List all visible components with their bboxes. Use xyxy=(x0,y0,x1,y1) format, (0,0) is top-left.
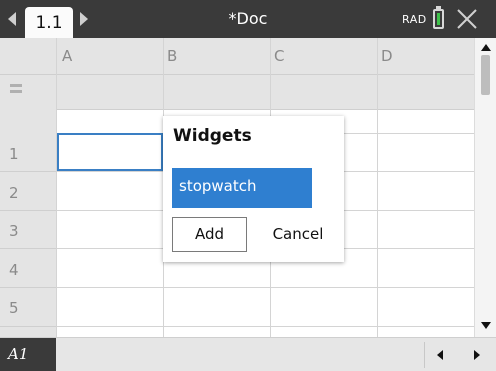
scrollbar-thumb[interactable] xyxy=(481,55,490,95)
vertical-scrollbar[interactable] xyxy=(474,38,496,337)
row-header-1[interactable]: 1 xyxy=(9,145,19,163)
grid-line xyxy=(0,248,56,249)
widgets-dialog: Widgets stopwatch Add Cancel xyxy=(163,116,344,262)
dialog-title: Widgets xyxy=(173,126,252,146)
status-bar: A1 xyxy=(0,337,496,371)
grid-line xyxy=(56,326,474,327)
battery-level xyxy=(437,13,440,25)
selected-cell-a1[interactable] xyxy=(57,133,163,171)
formula-row[interactable] xyxy=(0,75,474,110)
battery-icon xyxy=(433,9,444,29)
row-header-4[interactable]: 4 xyxy=(9,261,19,279)
cancel-button[interactable]: Cancel xyxy=(261,217,335,252)
grid-line xyxy=(0,326,56,327)
grid-line xyxy=(377,38,378,337)
column-header-row: A B C D xyxy=(0,38,474,75)
cell-reference[interactable]: A1 xyxy=(0,338,56,371)
widget-list-item-stopwatch[interactable]: stopwatch xyxy=(172,168,312,208)
grid-line xyxy=(0,171,56,172)
formula-equals-icon xyxy=(10,84,22,94)
close-icon[interactable] xyxy=(454,5,480,33)
row-header-3[interactable]: 3 xyxy=(9,222,19,240)
column-header-c[interactable]: C xyxy=(274,47,284,65)
scroll-right-arrow-icon[interactable] xyxy=(474,350,480,360)
column-header-d[interactable]: D xyxy=(381,47,393,65)
row-header-5[interactable]: 5 xyxy=(9,299,19,317)
scroll-up-arrow-icon[interactable] xyxy=(481,44,491,51)
angle-mode-indicator[interactable]: RAD xyxy=(402,13,427,26)
document-toolbar: 1.1 *Doc RAD xyxy=(0,0,496,38)
scroll-down-arrow-icon[interactable] xyxy=(481,322,491,329)
grid-line xyxy=(56,287,474,288)
add-button[interactable]: Add xyxy=(172,217,247,252)
column-header-a[interactable]: A xyxy=(62,47,72,65)
grid-line xyxy=(0,287,56,288)
scroll-left-arrow-icon[interactable] xyxy=(437,350,443,360)
column-header-b[interactable]: B xyxy=(167,47,177,65)
row-header-2[interactable]: 2 xyxy=(9,184,19,202)
grid-line xyxy=(0,210,56,211)
grid-line xyxy=(56,38,57,337)
divider xyxy=(424,342,425,368)
